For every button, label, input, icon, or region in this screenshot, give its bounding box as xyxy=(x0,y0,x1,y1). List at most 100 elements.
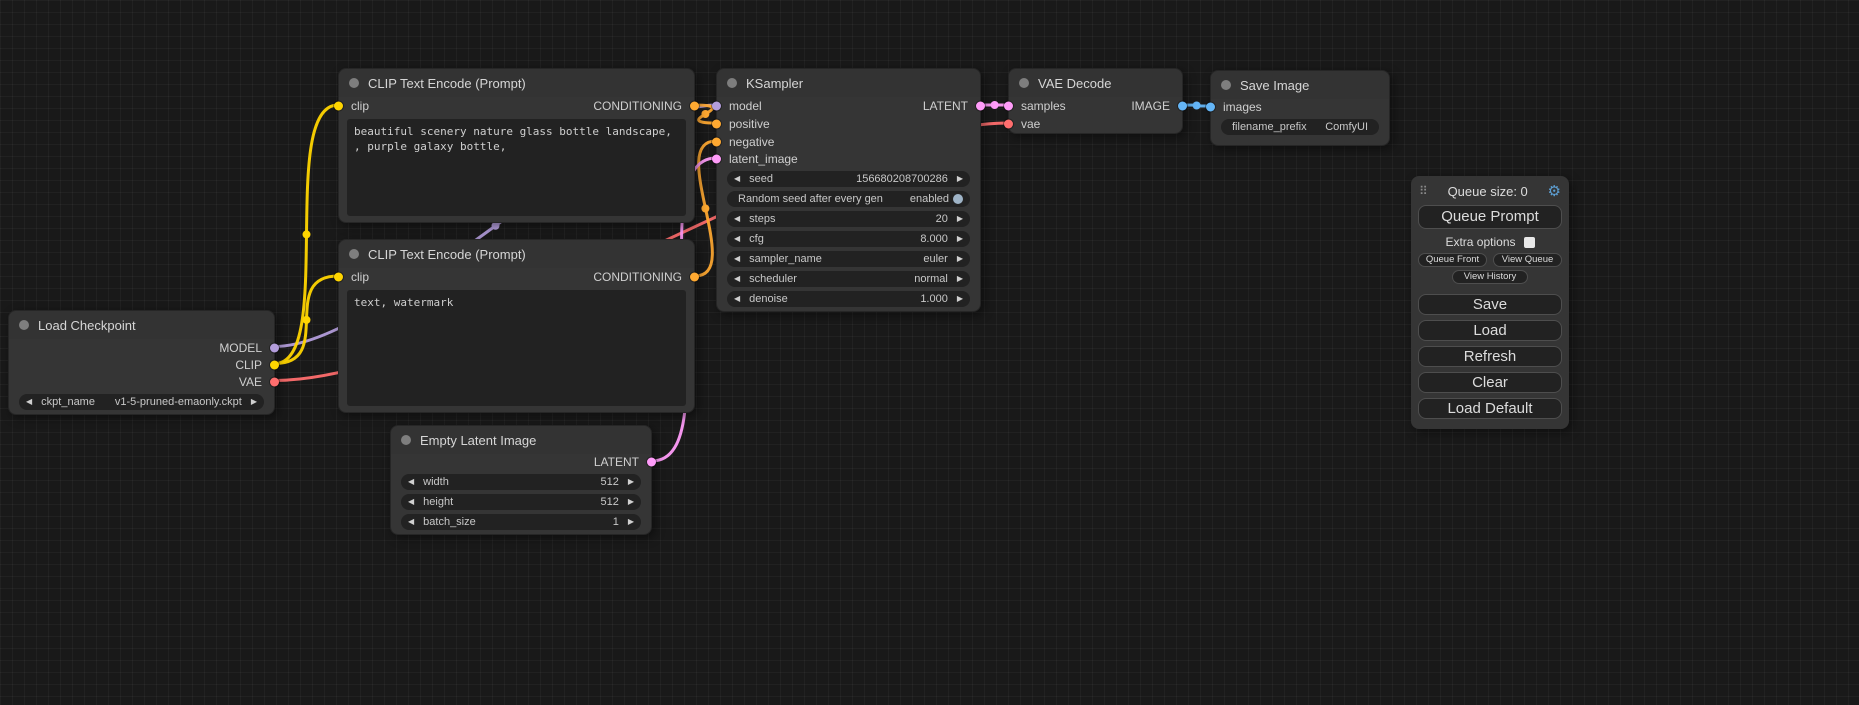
queue-prompt-button[interactable]: Queue Prompt xyxy=(1418,205,1562,229)
positive-prompt-textarea[interactable]: beautiful scenery nature glass bottle la… xyxy=(347,119,686,216)
arrow-right-icon[interactable]: ▶ xyxy=(628,518,634,526)
refresh-button[interactable]: Refresh xyxy=(1418,346,1562,367)
slot-row: model LATENT xyxy=(717,97,980,115)
arrow-right-icon[interactable]: ▶ xyxy=(628,498,634,506)
node-title-bar[interactable]: CLIP Text Encode (Prompt) xyxy=(339,240,694,268)
widget-steps[interactable]: ◀ steps 20 ▶ xyxy=(727,211,970,227)
widget-sampler-name[interactable]: ◀ sampler_name euler ▶ xyxy=(727,251,970,267)
node-ksampler[interactable]: KSampler model LATENT positive negative … xyxy=(716,68,981,312)
node-clip-text-encode-negative[interactable]: CLIP Text Encode (Prompt) clip CONDITION… xyxy=(338,239,695,413)
node-title-bar[interactable]: Empty Latent Image xyxy=(391,426,651,454)
gear-icon[interactable]: ⚙ xyxy=(1548,184,1561,199)
widget-random-seed-toggle[interactable]: Random seed after every gen enabled xyxy=(727,191,970,207)
widget-batch-size[interactable]: ◀ batch_size 1 ▶ xyxy=(401,514,641,530)
positive-input-dot[interactable] xyxy=(712,120,721,129)
arrow-right-icon[interactable]: ▶ xyxy=(251,398,257,406)
arrow-left-icon[interactable]: ◀ xyxy=(408,498,414,506)
conditioning-output-dot[interactable] xyxy=(690,102,699,111)
arrow-right-icon[interactable]: ▶ xyxy=(957,175,963,183)
images-input-dot[interactable] xyxy=(1206,103,1215,112)
arrow-left-icon[interactable]: ◀ xyxy=(408,518,414,526)
queue-front-button[interactable]: Queue Front xyxy=(1418,253,1487,267)
model-output-dot[interactable] xyxy=(270,343,279,352)
widget-filename-prefix[interactable]: filename_prefix ComfyUI xyxy=(1221,119,1379,135)
arrow-left-icon[interactable]: ◀ xyxy=(734,175,740,183)
arrow-left-icon[interactable]: ◀ xyxy=(734,275,740,283)
clip-output-dot[interactable] xyxy=(270,360,279,369)
node-title: Empty Latent Image xyxy=(420,433,536,448)
input-slot-images: images xyxy=(1211,99,1389,115)
clip-input-dot[interactable] xyxy=(334,273,343,282)
collapse-dot-icon[interactable] xyxy=(727,78,737,88)
slot-row: clip CONDITIONING xyxy=(339,97,694,115)
collapse-dot-icon[interactable] xyxy=(349,78,359,88)
arrow-left-icon[interactable]: ◀ xyxy=(734,235,740,243)
arrow-right-icon[interactable]: ▶ xyxy=(957,275,963,283)
widget-cfg[interactable]: ◀ cfg 8.000 ▶ xyxy=(727,231,970,247)
widget-ckpt-name[interactable]: ◀ ckpt_name v1-5-pruned-emaonly.ckpt ▶ xyxy=(19,394,264,410)
output-slot-latent: LATENT xyxy=(391,454,651,470)
widget-seed[interactable]: ◀ seed 156680208700286 ▶ xyxy=(727,171,970,187)
slot-row: clip CONDITIONING xyxy=(339,268,694,286)
latent-output-dot[interactable] xyxy=(647,458,656,467)
node-title-bar[interactable]: CLIP Text Encode (Prompt) xyxy=(339,69,694,97)
node-title: CLIP Text Encode (Prompt) xyxy=(368,76,526,91)
collapse-dot-icon[interactable] xyxy=(401,435,411,445)
samples-input-dot[interactable] xyxy=(1004,102,1013,111)
slot-label: images xyxy=(1223,100,1262,114)
clear-button[interactable]: Clear xyxy=(1418,372,1562,393)
view-queue-button[interactable]: View Queue xyxy=(1493,253,1562,267)
widget-value: 156680208700286 xyxy=(856,173,948,185)
negative-prompt-textarea[interactable]: text, watermark xyxy=(347,290,686,406)
load-default-button[interactable]: Load Default xyxy=(1418,398,1562,419)
widget-height[interactable]: ◀ height 512 ▶ xyxy=(401,494,641,510)
node-save-image[interactable]: Save Image images filename_prefix ComfyU… xyxy=(1210,70,1390,146)
collapse-dot-icon[interactable] xyxy=(1019,78,1029,88)
menu-header: ⠿ Queue size: 0 ⚙ xyxy=(1418,181,1562,203)
arrow-left-icon[interactable]: ◀ xyxy=(734,295,740,303)
vae-input-dot[interactable] xyxy=(1004,120,1013,129)
extra-options-checkbox[interactable] xyxy=(1524,237,1535,248)
arrow-left-icon[interactable]: ◀ xyxy=(734,215,740,223)
node-title-bar[interactable]: Load Checkpoint xyxy=(9,311,274,339)
latent-output-dot[interactable] xyxy=(976,102,985,111)
negative-input-dot[interactable] xyxy=(712,138,721,147)
drag-handle-icon[interactable]: ⠿ xyxy=(1419,184,1428,198)
collapse-dot-icon[interactable] xyxy=(349,249,359,259)
node-title-bar[interactable]: KSampler xyxy=(717,69,980,97)
wire-midpoint-dot xyxy=(991,101,999,109)
load-button[interactable]: Load xyxy=(1418,320,1562,341)
input-slot-positive: positive xyxy=(717,115,980,133)
arrow-left-icon[interactable]: ◀ xyxy=(26,398,32,406)
arrow-right-icon[interactable]: ▶ xyxy=(957,255,963,263)
arrow-left-icon[interactable]: ◀ xyxy=(408,478,414,486)
clip-input-dot[interactable] xyxy=(334,102,343,111)
node-title-bar[interactable]: Save Image xyxy=(1211,71,1389,99)
collapse-dot-icon[interactable] xyxy=(19,320,29,330)
toggle-knob[interactable] xyxy=(953,194,963,204)
arrow-right-icon[interactable]: ▶ xyxy=(957,215,963,223)
model-input-dot[interactable] xyxy=(712,102,721,111)
image-output-dot[interactable] xyxy=(1178,102,1187,111)
arrow-right-icon[interactable]: ▶ xyxy=(957,235,963,243)
widget-value: ComfyUI xyxy=(1325,121,1368,133)
extra-options-row: Extra options xyxy=(1418,234,1562,250)
arrow-right-icon[interactable]: ▶ xyxy=(628,478,634,486)
arrow-left-icon[interactable]: ◀ xyxy=(734,255,740,263)
save-button[interactable]: Save xyxy=(1418,294,1562,315)
widget-scheduler[interactable]: ◀ scheduler normal ▶ xyxy=(727,271,970,287)
latent-image-input-dot[interactable] xyxy=(712,155,721,164)
arrow-right-icon[interactable]: ▶ xyxy=(957,295,963,303)
widget-denoise[interactable]: ◀ denoise 1.000 ▶ xyxy=(727,291,970,307)
node-empty-latent-image[interactable]: Empty Latent Image LATENT ◀ width 512 ▶ … xyxy=(390,425,652,535)
view-history-button[interactable]: View History xyxy=(1452,270,1528,284)
widget-value: 1 xyxy=(613,516,619,528)
node-title-bar[interactable]: VAE Decode xyxy=(1009,69,1182,97)
widget-width[interactable]: ◀ width 512 ▶ xyxy=(401,474,641,490)
node-clip-text-encode-positive[interactable]: CLIP Text Encode (Prompt) clip CONDITION… xyxy=(338,68,695,223)
collapse-dot-icon[interactable] xyxy=(1221,80,1231,90)
node-vae-decode[interactable]: VAE Decode samples IMAGE vae xyxy=(1008,68,1183,134)
vae-output-dot[interactable] xyxy=(270,377,279,386)
conditioning-output-dot[interactable] xyxy=(690,273,699,282)
node-load-checkpoint[interactable]: Load Checkpoint MODEL CLIP VAE ◀ ckpt_na… xyxy=(8,310,275,415)
